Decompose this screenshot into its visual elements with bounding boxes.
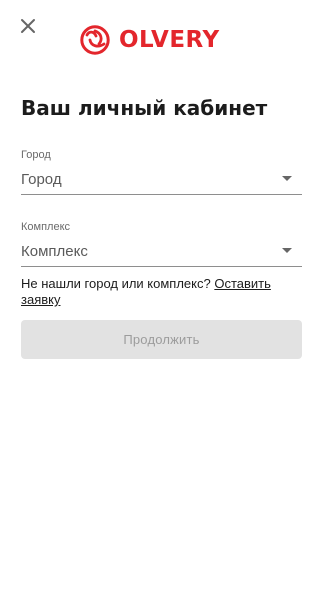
olvery-logo: OLVERY	[80, 25, 220, 55]
logo-text: OLVERY	[119, 27, 220, 53]
city-select-value: Город	[21, 171, 62, 188]
close-icon[interactable]	[19, 17, 37, 35]
olvery-logo-icon	[80, 25, 110, 55]
continue-button[interactable]: Продолжить	[21, 320, 302, 359]
complex-label: Комплекс	[21, 221, 71, 233]
close-button[interactable]	[19, 17, 37, 35]
city-select[interactable]: Город	[21, 170, 302, 195]
page-title: Ваш личный кабинет	[21, 96, 268, 120]
dropdown-arrow-icon	[282, 176, 292, 181]
complex-select-value: Комплекс	[21, 243, 88, 260]
complex-field: Комплекс Комплекс	[21, 221, 302, 267]
city-field: Город Город	[21, 149, 302, 195]
dropdown-arrow-icon	[282, 248, 292, 253]
complex-select[interactable]: Комплекс	[21, 242, 302, 267]
help-text-label: Не нашли город или комплекс?	[21, 276, 215, 291]
help-text: Не нашли город или комплекс? Оставить за…	[21, 276, 303, 308]
city-label: Город	[21, 149, 51, 161]
